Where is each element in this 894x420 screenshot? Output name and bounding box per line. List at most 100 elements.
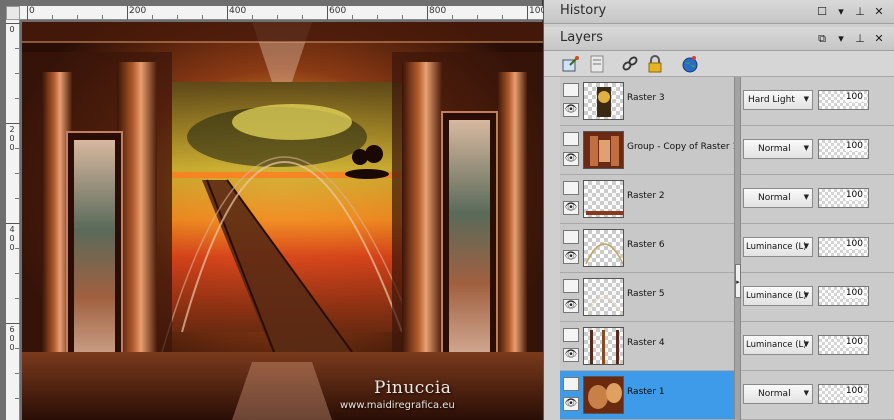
pin-icon[interactable]: ⊥	[853, 5, 867, 19]
blend-mode-select[interactable]: Luminance (L) ▼	[743, 237, 813, 257]
layer-thumbnail	[583, 327, 624, 365]
layer-row[interactable]: 👁 Raster 5 Luminance (L) ▼ 100	[560, 273, 894, 322]
blend-mode-select[interactable]: Hard Light ▼	[743, 90, 813, 110]
eye-icon[interactable]: 👁	[563, 397, 579, 411]
restore-icon[interactable]: ☐	[815, 5, 829, 19]
opacity-field[interactable]: 100	[818, 188, 869, 208]
layer-name: Raster 6	[627, 240, 665, 250]
layer-row-main[interactable]: 👁 Raster 4	[560, 322, 734, 371]
layer-row-main[interactable]: 👁 Raster 1	[560, 371, 734, 420]
new-raster-layer-icon[interactable]	[562, 55, 580, 73]
ruler-top-label: 400	[229, 6, 247, 16]
blend-mode-select[interactable]: Luminance (L) ▼	[743, 286, 813, 306]
layers-list: 👁 Raster 3 Hard Light ▼ 100 👁 Group - Co…	[560, 77, 894, 420]
eye-icon[interactable]: 👁	[563, 348, 579, 362]
layer-properties-icon[interactable]	[588, 55, 606, 73]
canvas-pane: 0 200 400 600 800 1000 0 200 400 600 Pin…	[0, 0, 552, 420]
layer-thumbnail	[583, 131, 624, 169]
layer-group-icon[interactable]	[563, 230, 579, 244]
layers-palette-header[interactable]: Layers ⧉ ▾ ⊥ ✕	[544, 27, 894, 51]
layer-settings: Normal ▼ 100	[741, 126, 894, 175]
app-window: 0 200 400 600 800 1000 0 200 400 600 Pin…	[0, 0, 894, 420]
ruler-top-label: 800	[429, 6, 447, 16]
layer-group-icon[interactable]	[563, 132, 579, 146]
opacity-field[interactable]: 100	[818, 237, 869, 257]
layer-group-icon[interactable]	[563, 181, 579, 195]
ruler-top-label: 200	[129, 6, 147, 16]
chevron-down-icon[interactable]: ▾	[834, 32, 848, 46]
blend-mode-select[interactable]: Normal ▼	[743, 384, 813, 404]
layers-splitter[interactable]: ▸	[734, 77, 741, 420]
layer-group-icon[interactable]	[563, 83, 579, 97]
layer-row-main[interactable]: 👁 Raster 2	[560, 175, 734, 224]
canvas-artwork[interactable]: Pinuccia www.maidiregrafica.eu	[22, 22, 543, 420]
link-icon[interactable]	[621, 55, 639, 73]
layer-row-selected[interactable]: 👁 Raster 1 Normal ▼ 100	[560, 371, 894, 420]
opacity-field[interactable]: 100	[818, 335, 869, 355]
ruler-top-label: 600	[329, 6, 347, 16]
opacity-field[interactable]: 100	[818, 139, 869, 159]
layer-row-main[interactable]: 👁 Raster 5	[560, 273, 734, 322]
close-icon[interactable]: ✕	[872, 5, 886, 19]
opacity-field[interactable]: 100	[818, 286, 869, 306]
layer-thumbnail	[583, 180, 624, 218]
layer-row[interactable]: 👁 Raster 6 Luminance (L) ▼ 100	[560, 224, 894, 273]
layer-row[interactable]: 👁 Raster 2 Normal ▼ 100	[560, 175, 894, 224]
layers-toolbar	[544, 51, 894, 77]
chevron-down-icon: ▼	[803, 340, 809, 348]
layers-title: Layers	[560, 30, 604, 45]
chevron-down-icon: ▼	[803, 389, 809, 397]
ruler-top-label: 0	[29, 6, 35, 16]
eye-icon[interactable]: 👁	[563, 103, 579, 117]
layer-row[interactable]: 👁 Group - Copy of Raster 1 Normal ▼ 100	[560, 126, 894, 175]
layer-name: Raster 1	[627, 387, 665, 397]
history-palette-header[interactable]: History ☐ ▾ ⊥ ✕	[544, 0, 894, 24]
layer-settings: Luminance (L) ▼ 100	[741, 224, 894, 273]
layer-settings: Luminance (L) ▼ 100	[741, 273, 894, 322]
layer-name: Raster 2	[627, 191, 665, 201]
layer-row[interactable]: 👁 Raster 3 Hard Light ▼ 100	[560, 77, 894, 126]
float-icon[interactable]: ⧉	[815, 32, 829, 46]
layer-settings: Normal ▼ 100	[741, 175, 894, 224]
layer-settings: Normal ▼ 100	[741, 371, 894, 420]
layer-settings: Hard Light ▼ 100	[741, 77, 894, 126]
layer-thumbnail	[583, 376, 624, 414]
artwork-image	[22, 22, 543, 420]
ruler-corner	[6, 6, 20, 20]
splitter-grip-icon[interactable]: ▸	[735, 264, 741, 298]
layer-group-icon[interactable]	[563, 279, 579, 293]
layer-name: Group - Copy of Raster 1	[627, 142, 739, 152]
chevron-down-icon: ▼	[803, 193, 809, 201]
globe-icon[interactable]	[681, 55, 699, 73]
close-icon[interactable]: ✕	[872, 32, 886, 46]
watermark-signature: Pinuccia	[374, 378, 452, 398]
eye-icon[interactable]: 👁	[563, 152, 579, 166]
opacity-field[interactable]: 100	[818, 384, 869, 404]
layer-group-icon[interactable]	[563, 377, 579, 391]
layer-settings: Luminance (L) ▼ 100	[741, 322, 894, 371]
layer-group-icon[interactable]	[563, 328, 579, 342]
eye-icon[interactable]: 👁	[563, 250, 579, 264]
layer-name: Raster 5	[627, 289, 665, 299]
eye-icon[interactable]: 👁	[563, 201, 579, 215]
layer-row-main[interactable]: 👁 Group - Copy of Raster 1	[560, 126, 738, 175]
chevron-down-icon: ▼	[803, 95, 809, 103]
blend-mode-select[interactable]: Luminance (L) ▼	[743, 335, 813, 355]
blend-mode-select[interactable]: Normal ▼	[743, 188, 813, 208]
pin-icon[interactable]: ⊥	[853, 32, 867, 46]
ruler-left-label: 0	[9, 25, 15, 34]
ruler-left: 0 200 400 600	[6, 20, 20, 420]
lock-icon[interactable]	[646, 55, 664, 73]
layer-row-main[interactable]: 👁 Raster 6	[560, 224, 734, 273]
chevron-down-icon: ▼	[803, 242, 809, 250]
blend-mode-select[interactable]: Normal ▼	[743, 139, 813, 159]
chevron-down-icon[interactable]: ▾	[834, 5, 848, 19]
ruler-top: 0 200 400 600 800 1000	[20, 6, 552, 20]
layer-row[interactable]: 👁 Raster 4 Luminance (L) ▼ 100	[560, 322, 894, 371]
eye-icon[interactable]: 👁	[563, 299, 579, 313]
opacity-field[interactable]: 100	[818, 90, 869, 110]
layer-row-main[interactable]: 👁 Raster 3	[560, 77, 734, 126]
watermark-url: www.maidiregrafica.eu	[340, 400, 455, 411]
chevron-down-icon: ▼	[803, 144, 809, 152]
layer-name: Raster 4	[627, 338, 665, 348]
